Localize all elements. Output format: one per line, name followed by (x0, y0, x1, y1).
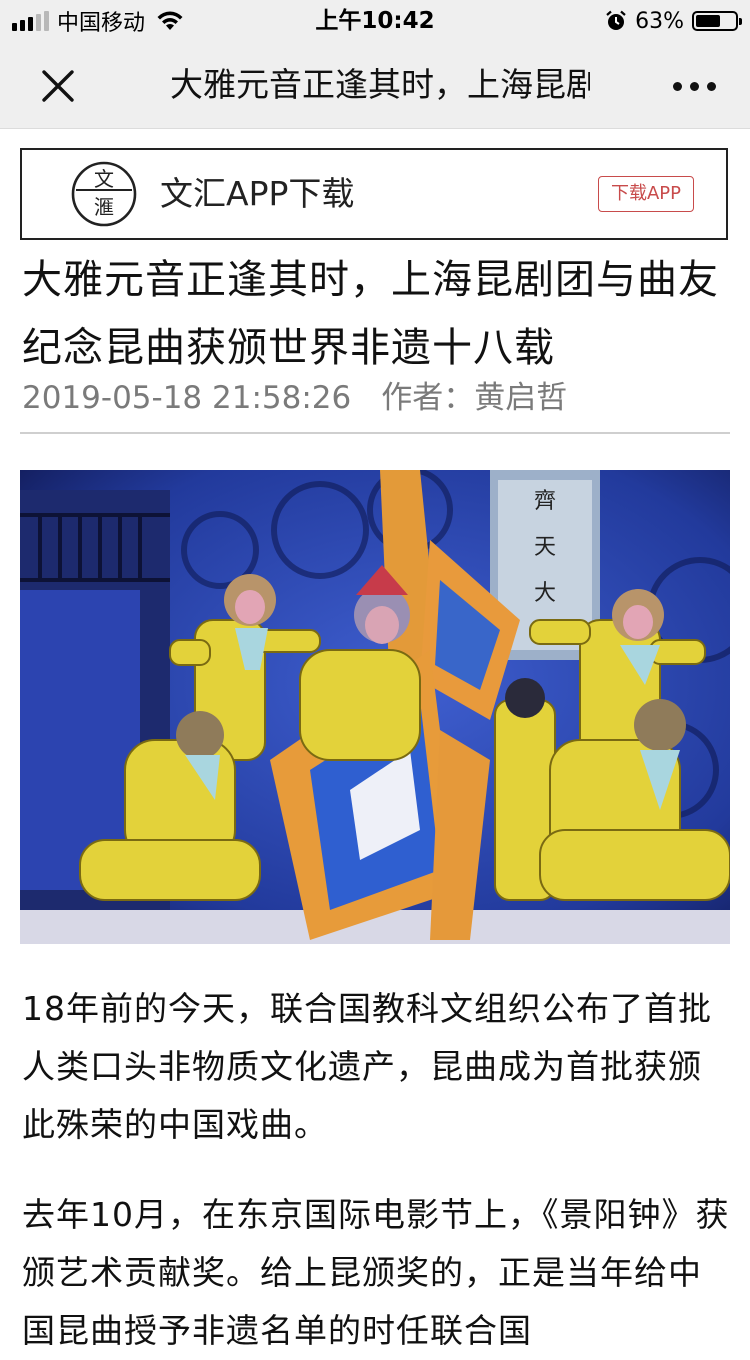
download-app-button[interactable]: 下载APP (597, 176, 694, 212)
wenhui-logo: 文 滙 (71, 161, 137, 227)
nav-title: 大雅元音正逢其时，上海昆剧 (170, 65, 590, 104)
stage-photo-image: 齊天大 (20, 470, 730, 944)
hanging-banner-text: 齊天大 (534, 489, 556, 606)
more-icon[interactable] (673, 82, 716, 91)
battery-percent: 63% (635, 8, 684, 34)
author-name: 黄启哲 (474, 380, 568, 416)
status-bar: 中国移动 上午10:42 63% (0, 0, 750, 42)
article-headline: 大雅元音正逢其时，上海昆剧团与曲友纪念昆曲获颁世界非遗十八载 (22, 257, 719, 371)
logo-char-1: 文 (94, 167, 114, 191)
app-download-banner[interactable]: 文 滙 文汇APP下载 下载APP (20, 148, 728, 240)
article-photo[interactable]: 齊天大 (20, 470, 730, 944)
logo-char-2: 滙 (94, 195, 114, 219)
article-paragraph-1: 18年前的今天，联合国教科文组织公布了首批人类口头非物质文化遗产，昆曲成为首批获… (22, 989, 712, 1144)
author-label: 作者： (381, 380, 475, 416)
status-right: 63% (605, 6, 742, 36)
battery-icon (692, 11, 742, 31)
close-icon[interactable] (38, 66, 78, 106)
article-date: 2019-05-18 21:58:26 (22, 380, 352, 416)
article-meta: 2019-05-18 21:58:26 作者：黄启哲 (22, 378, 567, 418)
divider (20, 432, 730, 434)
banner-text: 文汇APP下载 (160, 174, 355, 213)
alarm-icon (606, 10, 626, 30)
nav-bar: 大雅元音正逢其时，上海昆剧 (0, 42, 750, 129)
